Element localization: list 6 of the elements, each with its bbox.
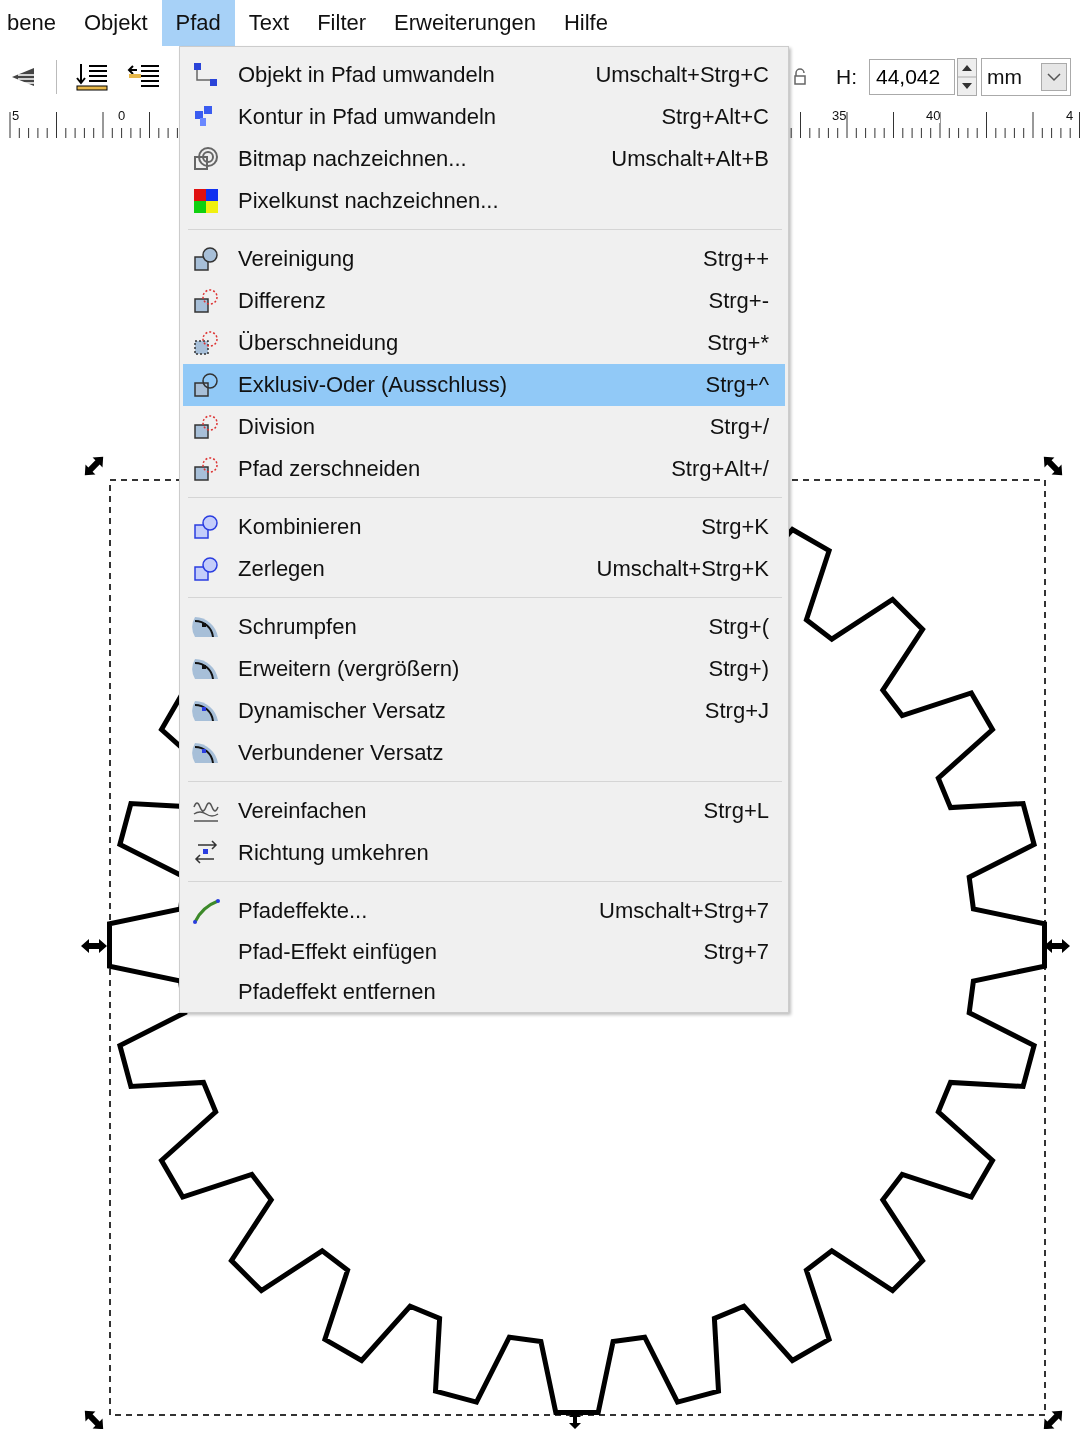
ruler-label: 5 (12, 108, 20, 123)
height-label: H: (836, 65, 857, 89)
ruler-label: 4 (1066, 108, 1074, 123)
ruler-label: 40 (926, 108, 941, 123)
ruler-label: 0 (118, 108, 126, 123)
ruler-label: 35 (832, 108, 847, 123)
